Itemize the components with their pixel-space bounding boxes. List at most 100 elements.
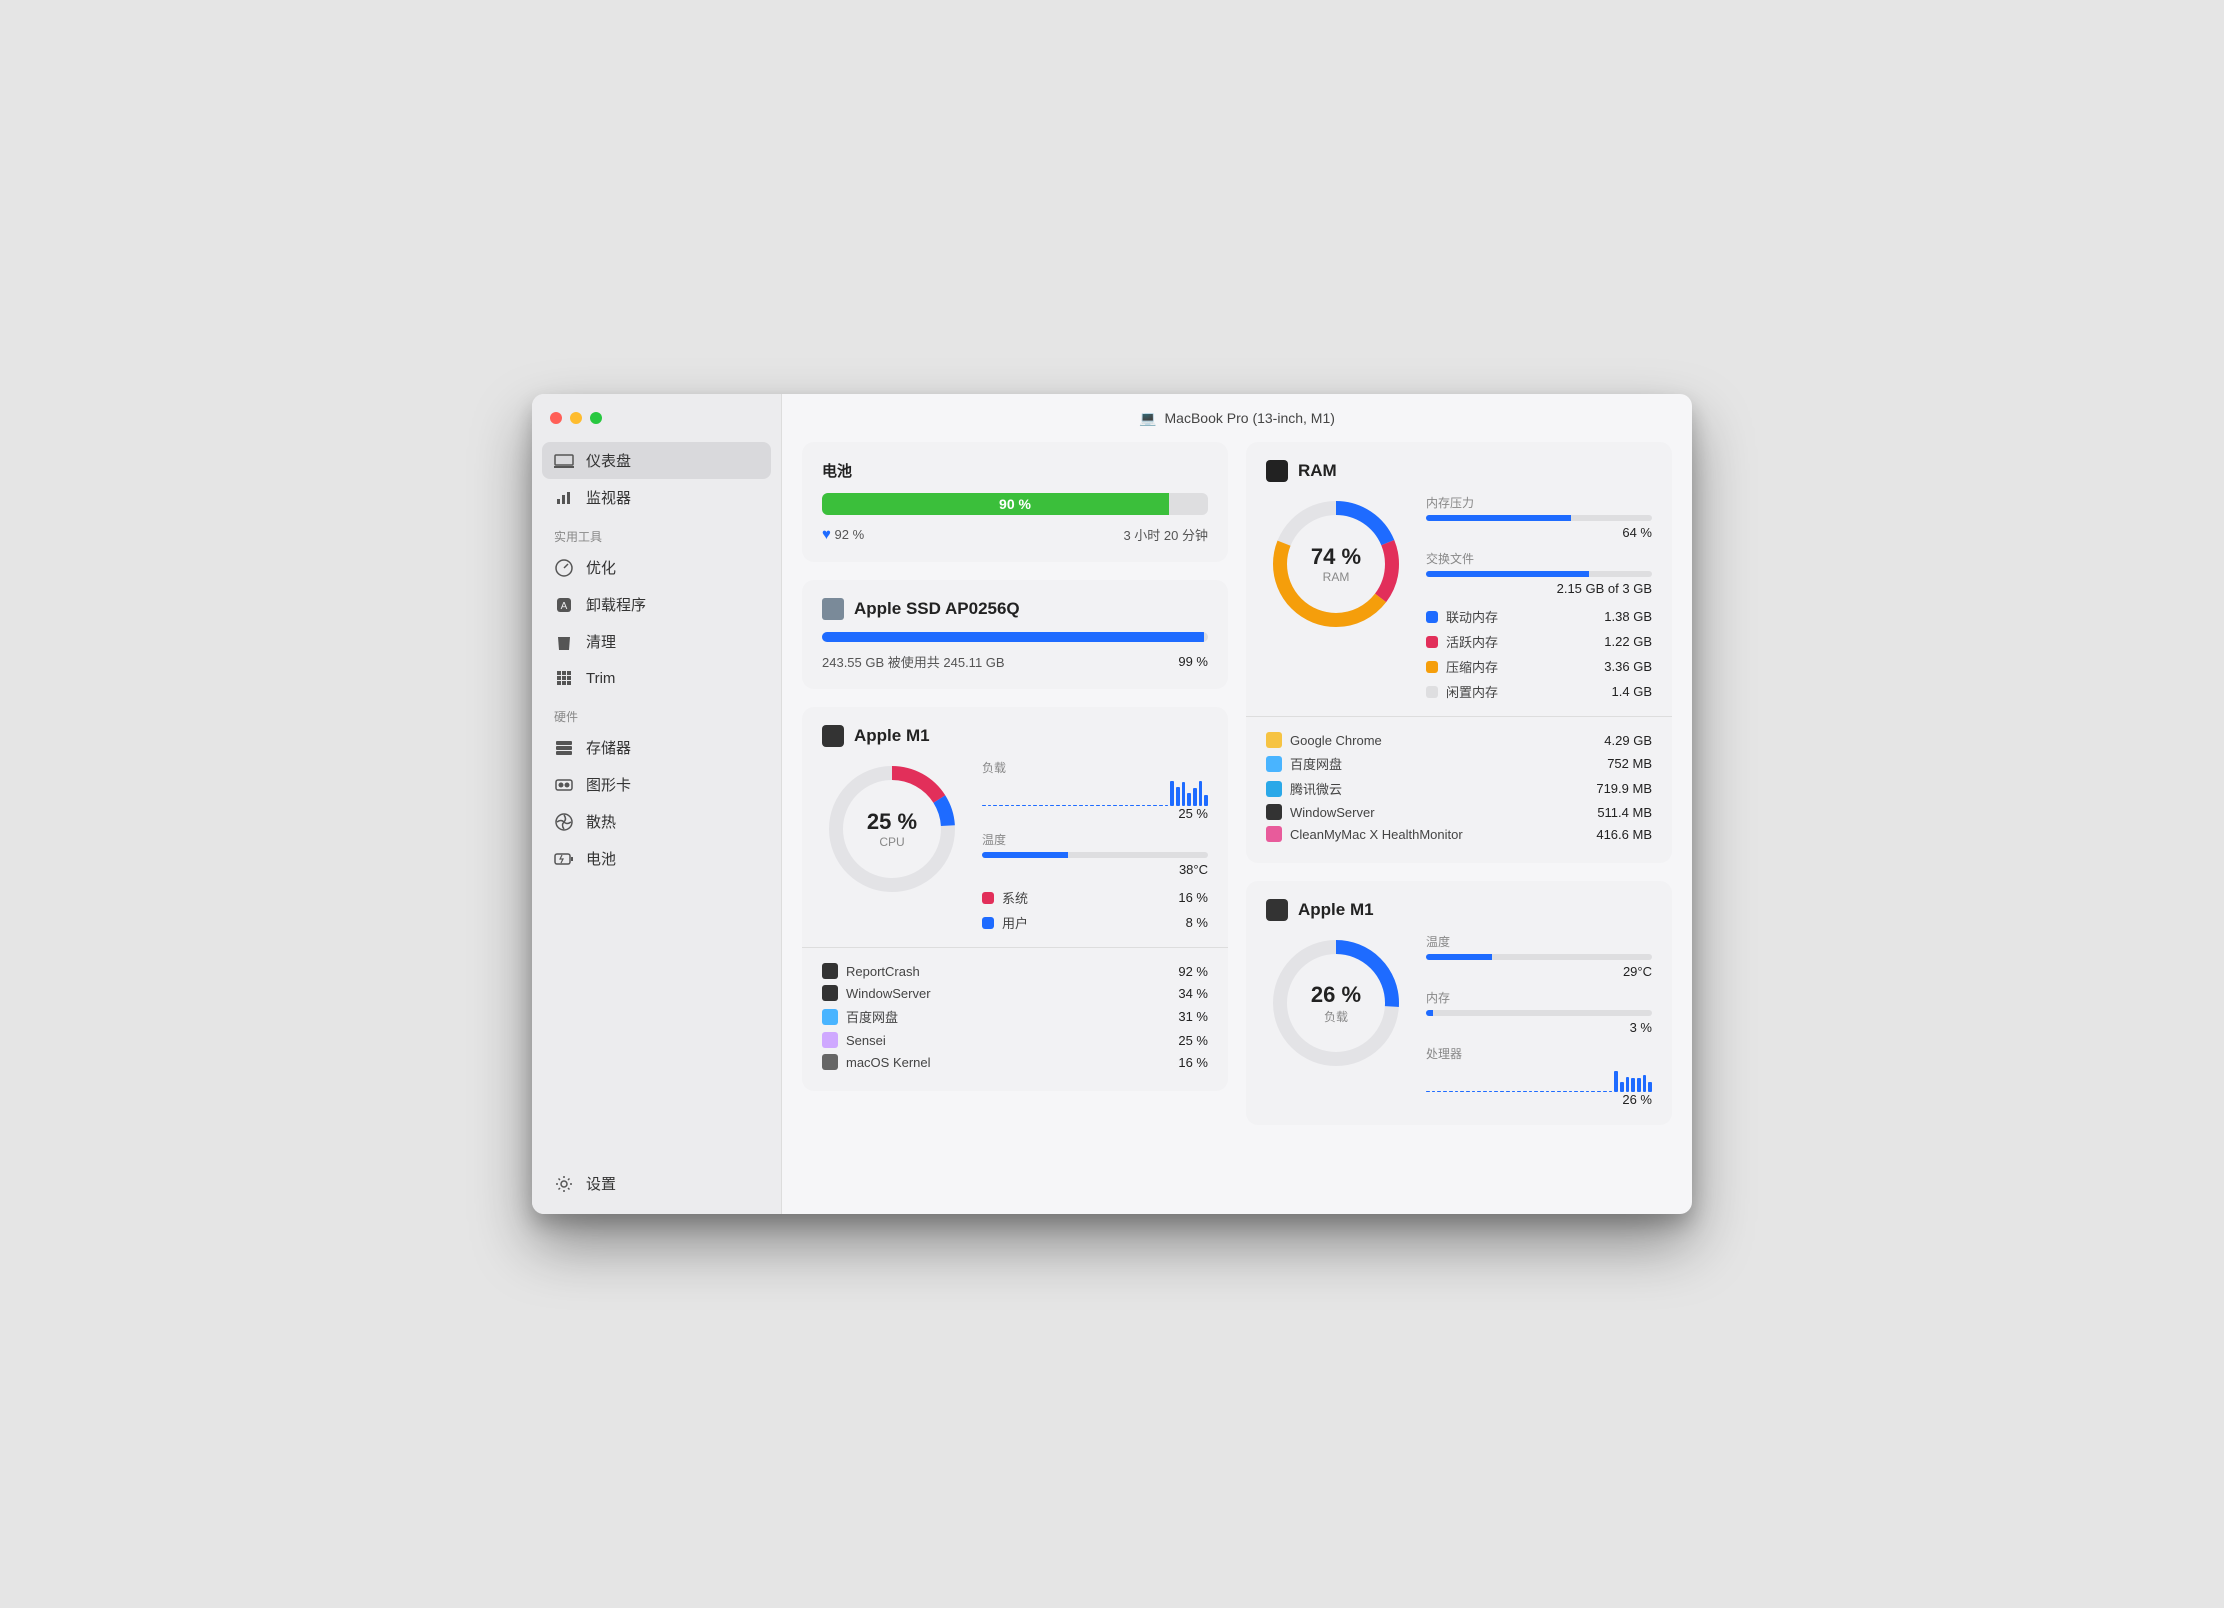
chart-icon (554, 488, 574, 508)
process-name: ReportCrash (846, 964, 920, 979)
process-row: WindowServer34 % (822, 982, 1208, 1004)
sidebar-label: Trim (586, 670, 615, 687)
gpu-temp-label: 温度 (1426, 933, 1652, 950)
legend-row: 闲置内存1.4 GB (1426, 679, 1652, 704)
cpu-load-spark (982, 776, 1208, 806)
legend-swatch (1426, 661, 1438, 673)
ssd-bar (822, 632, 1208, 642)
process-icon (822, 1009, 838, 1025)
gpu-proc-value: 26 % (1426, 1092, 1652, 1107)
sidebar-item-clean[interactable]: 清理 (542, 623, 771, 660)
sidebar-item-cooling[interactable]: 散热 (542, 803, 771, 840)
card-ram: RAM 74 % RAM (1246, 442, 1672, 863)
process-icon (822, 963, 838, 979)
minimize-button[interactable] (570, 412, 582, 424)
heart-icon: ♥ (822, 526, 831, 543)
app-window: 仪表盘 监视器 实用工具 优化 A 卸载程序 清理 Trim 硬件 存储器 (532, 394, 1692, 1214)
ram-ring: 74 % RAM (1266, 494, 1406, 634)
sidebar-item-battery[interactable]: 电池 (542, 840, 771, 877)
legend-swatch (982, 917, 994, 929)
gpu-mem-label: 内存 (1426, 989, 1652, 1006)
process-icon (1266, 826, 1282, 842)
process-row: 百度网盘31 % (822, 1004, 1208, 1029)
sidebar-label: 卸载程序 (586, 594, 646, 615)
process-value: 511.4 MB (1597, 805, 1652, 820)
close-button[interactable] (550, 412, 562, 424)
legend-swatch (1426, 611, 1438, 623)
drive-icon (822, 598, 844, 620)
process-value: 31 % (1178, 1009, 1208, 1024)
sidebar-item-settings[interactable]: 设置 (542, 1165, 771, 1202)
cpu-temp-value: 38°C (982, 862, 1208, 877)
process-value: 416.6 MB (1596, 827, 1652, 842)
card-gpu: Apple M1 26 % 负载 (1246, 881, 1672, 1125)
sidebar-item-dashboard[interactable]: 仪表盘 (542, 442, 771, 479)
zoom-button[interactable] (590, 412, 602, 424)
ssd-bar-fill (822, 632, 1204, 642)
process-name: Sensei (846, 1033, 886, 1048)
legend-value: 16 % (1178, 890, 1208, 905)
process-row: CleanMyMac X HealthMonitor416.6 MB (1266, 823, 1652, 845)
ram-title: RAM (1298, 461, 1337, 481)
card-ssd: Apple SSD AP0256Q 243.55 GB 被使用共 245.11 … (802, 580, 1228, 689)
gpu-proc-spark (1426, 1062, 1652, 1092)
app-icon: A (554, 595, 574, 615)
process-icon (1266, 804, 1282, 820)
sidebar-item-uninstaller[interactable]: A 卸载程序 (542, 586, 771, 623)
cpu-load-label: 负载 (982, 759, 1208, 776)
ram-ring-percent: 74 % (1311, 544, 1361, 570)
gpu-proc-label: 处理器 (1426, 1045, 1652, 1062)
fan-icon (554, 812, 574, 832)
sidebar-item-monitor[interactable]: 监视器 (542, 479, 771, 516)
gpu-ring-sub: 负载 (1324, 1008, 1348, 1025)
sidebar-heading-hardware: 硬件 (542, 696, 771, 729)
legend-value: 1.22 GB (1604, 634, 1652, 649)
ram-pressure-value: 64 % (1426, 525, 1652, 540)
process-name: 百度网盘 (1290, 754, 1342, 773)
process-value: 34 % (1178, 986, 1208, 1001)
cpu-ring-percent: 25 % (867, 809, 917, 835)
legend-value: 8 % (1186, 915, 1208, 930)
laptop-icon: 💻 (1139, 410, 1156, 427)
gpu-ring-percent: 26 % (1311, 982, 1361, 1008)
process-row: 腾讯微云719.9 MB (1266, 776, 1652, 801)
cpu-ring: 25 % CPU (822, 759, 962, 899)
sidebar-heading-utilities: 实用工具 (542, 516, 771, 549)
process-icon (822, 985, 838, 1001)
drives-icon (554, 738, 574, 758)
process-value: 25 % (1178, 1033, 1208, 1048)
process-name: Google Chrome (1290, 733, 1382, 748)
gpu-temp-bar (1426, 954, 1652, 960)
process-value: 719.9 MB (1596, 781, 1652, 796)
legend-row: 联动内存1.38 GB (1426, 604, 1652, 629)
sidebar-item-trim[interactable]: Trim (542, 660, 771, 696)
cpu-chip-icon (822, 725, 844, 747)
process-value: 752 MB (1607, 756, 1652, 771)
sidebar-label: 仪表盘 (586, 450, 631, 471)
cpu-ring-sub: CPU (879, 835, 904, 849)
sidebar-label: 图形卡 (586, 774, 631, 795)
process-value: 92 % (1178, 964, 1208, 979)
battery-bar-fill (822, 493, 1169, 515)
sidebar-item-storage[interactable]: 存储器 (542, 729, 771, 766)
ram-chip-icon (1266, 460, 1288, 482)
legend-label: 用户 (1002, 913, 1028, 932)
gpu-icon (554, 775, 574, 795)
sidebar-item-optimize[interactable]: 优化 (542, 549, 771, 586)
card-cpu: Apple M1 25 % CPU (802, 707, 1228, 1091)
battery-health: ♥ 92 % (822, 526, 864, 543)
window-controls (542, 406, 771, 442)
sidebar-label: 存储器 (586, 737, 631, 758)
sidebar-item-graphics[interactable]: 图形卡 (542, 766, 771, 803)
legend-row: 压缩内存3.36 GB (1426, 654, 1652, 679)
page-title: MacBook Pro (13-inch, M1) (1165, 410, 1335, 426)
battery-icon (554, 849, 574, 869)
sidebar-label: 散热 (586, 811, 616, 832)
cpu-temp-bar (982, 852, 1208, 858)
process-row: 百度网盘 752 MB (1266, 751, 1652, 776)
ram-pressure-bar (1426, 515, 1652, 521)
legend-label: 系统 (1002, 888, 1028, 907)
process-row: WindowServer511.4 MB (1266, 801, 1652, 823)
legend-label: 联动内存 (1446, 607, 1498, 626)
legend-value: 3.36 GB (1604, 659, 1652, 674)
